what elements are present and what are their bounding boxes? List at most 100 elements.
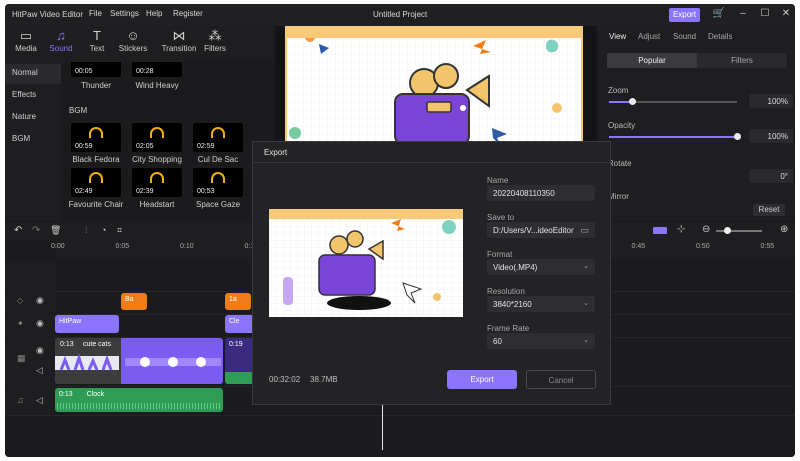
- eye-icon[interactable]: ◉: [36, 295, 44, 306]
- sound-duration: 02:49: [75, 188, 93, 195]
- tab-details[interactable]: Details: [708, 32, 732, 41]
- subtab-popular[interactable]: Popular: [607, 53, 697, 68]
- save-to-field[interactable]: D:/Users/V...ideoEditor ▭: [487, 222, 595, 238]
- zoom-value[interactable]: 100%: [749, 94, 793, 108]
- cancel-button[interactable]: Cancel: [526, 370, 596, 389]
- text-clip-a[interactable]: Ba: [121, 293, 147, 310]
- track-header-title: ✦ ◉: [5, 314, 55, 336]
- export-duration: 00:32:02: [269, 375, 301, 384]
- volume-icon[interactable]: ◁: [36, 395, 43, 406]
- tab-transition-label: Transition: [161, 44, 197, 53]
- sound-library: 00:05 Thunder 00:28 Wind Heavy BGM 00:59…: [61, 62, 273, 220]
- export-preview: [269, 209, 463, 317]
- rotate-value[interactable]: 0°: [749, 169, 793, 183]
- category-nature[interactable]: Nature: [5, 108, 61, 128]
- category-bgm[interactable]: BGM: [5, 130, 61, 150]
- headphones-icon: [89, 172, 103, 183]
- sound-name: Thunder: [81, 81, 111, 90]
- zoom-slider[interactable]: [609, 98, 737, 105]
- eye-icon[interactable]: ◉: [36, 318, 44, 329]
- tab-stickers[interactable]: ☺ Stickers: [115, 28, 151, 53]
- export-button[interactable]: Export: [447, 370, 517, 389]
- opacity-value[interactable]: 100%: [749, 129, 793, 143]
- tab-sound[interactable]: ♫ Sound: [43, 28, 79, 53]
- maximize-icon[interactable]: ☐: [758, 8, 772, 19]
- zoom-slider-knob[interactable]: [629, 98, 637, 105]
- zoom-out-icon[interactable]: ⊖: [702, 224, 710, 235]
- close-icon[interactable]: ✕: [779, 8, 793, 19]
- export-top-button[interactable]: Export: [669, 8, 700, 22]
- tab-adjust[interactable]: Adjust: [638, 32, 660, 41]
- ruler-tick: 0:45: [631, 243, 646, 250]
- sound-duration: 00:53: [197, 188, 215, 195]
- menu-file[interactable]: File: [89, 9, 102, 18]
- sound-thumb-city-shopping[interactable]: 02:05: [132, 123, 182, 152]
- app-window: HitPaw Video Editor File Settings Help R…: [5, 4, 795, 457]
- sound-thumb-headstart[interactable]: 02:39: [132, 168, 182, 197]
- fit-icon[interactable]: ⊹: [677, 224, 685, 235]
- hitpaw-clip[interactable]: HitPaw: [55, 315, 119, 333]
- sound-thumb-cul-de-sac[interactable]: 02:59: [193, 123, 243, 152]
- timeline-zoom-slider[interactable]: [716, 227, 762, 234]
- cle-clip[interactable]: Cle: [225, 315, 255, 333]
- transition-icon: ⋈: [172, 28, 186, 43]
- snap-icon[interactable]: [653, 227, 667, 234]
- tab-transition[interactable]: ⋈ Transition: [157, 28, 201, 53]
- opacity-slider[interactable]: [609, 133, 741, 140]
- save-to-path: D:/Users/V...ideoEditor: [493, 226, 574, 235]
- track-header-empty: [5, 260, 55, 290]
- redo-icon[interactable]: ↷: [32, 225, 40, 236]
- preview-canvas[interactable]: [285, 26, 583, 146]
- eye-icon[interactable]: ◉: [36, 345, 44, 356]
- sound-thumb-thunder[interactable]: 00:05: [71, 62, 121, 77]
- tab-media[interactable]: ▭ Media: [8, 28, 44, 53]
- tab-sound-props[interactable]: Sound: [673, 32, 696, 41]
- tab-filters[interactable]: ⁂ Filters: [197, 28, 233, 53]
- speed-icon[interactable]: ◔: [101, 225, 106, 235]
- sound-name: Wind Heavy: [135, 81, 179, 90]
- sound-thumb-space-gaze[interactable]: 00:53: [193, 168, 243, 197]
- subtab-filters[interactable]: Filters: [697, 53, 787, 68]
- category-normal[interactable]: Normal: [5, 64, 61, 84]
- pin-icon[interactable]: ✦: [17, 319, 24, 328]
- video-clip-2[interactable]: 0:19: [225, 338, 255, 384]
- video-clip-cute-cats[interactable]: 0:13 cute cats: [55, 338, 223, 384]
- sound-duration: 00:28: [136, 68, 154, 75]
- chevron-down-icon: ⌄: [583, 337, 589, 344]
- sound-thumb-wind-heavy[interactable]: 00:28: [132, 62, 182, 77]
- menu-help[interactable]: Help: [146, 9, 162, 18]
- menu-register[interactable]: Register: [173, 9, 203, 18]
- menu-settings[interactable]: Settings: [110, 9, 139, 18]
- category-effects[interactable]: Effects: [5, 86, 61, 106]
- tab-view[interactable]: View: [609, 32, 626, 41]
- keyframe-icon[interactable]: ◇: [17, 296, 23, 305]
- text-clip-b[interactable]: 1a: [225, 293, 251, 310]
- name-input[interactable]: 20220408110350: [487, 185, 595, 201]
- undo-icon[interactable]: ↶: [14, 225, 22, 236]
- audio-clip-clock[interactable]: 0:13 Clock: [55, 388, 223, 412]
- hitpaw-clip-label: HitPaw: [59, 318, 82, 325]
- opacity-slider-knob[interactable]: [734, 133, 741, 140]
- sound-thumb-black-fedora[interactable]: 00:59: [71, 123, 121, 152]
- opacity-slider-fill: [609, 136, 737, 138]
- timeline-zoom-knob[interactable]: [724, 227, 731, 234]
- timeline-empty-bottom: [5, 415, 795, 457]
- music-icon: ♫: [17, 395, 24, 405]
- folder-icon[interactable]: ▭: [580, 225, 589, 236]
- minimize-icon[interactable]: –: [736, 8, 750, 19]
- title-bar: HitPaw Video Editor File Settings Help R…: [5, 4, 795, 26]
- reset-button[interactable]: Reset: [753, 204, 785, 216]
- tab-text[interactable]: T Text: [79, 28, 115, 53]
- cart-icon[interactable]: 🛒: [712, 8, 726, 19]
- video-clip-duration: 0:13: [60, 341, 74, 348]
- crop-icon[interactable]: ⌗: [117, 225, 122, 236]
- sound-thumb-favourite-chair[interactable]: 02:49: [71, 168, 121, 197]
- headphones-icon: [150, 172, 164, 183]
- split-icon[interactable]: ⫶: [85, 225, 87, 236]
- framerate-select[interactable]: 60 ⌄: [487, 333, 595, 349]
- delete-icon[interactable]: 🗑: [50, 225, 61, 236]
- volume-icon[interactable]: ◁: [36, 365, 43, 376]
- format-select[interactable]: Video(.MP4) ⌄: [487, 259, 595, 275]
- zoom-in-icon[interactable]: ⊕: [780, 224, 788, 235]
- resolution-select[interactable]: 3840*2160 ⌄: [487, 296, 595, 312]
